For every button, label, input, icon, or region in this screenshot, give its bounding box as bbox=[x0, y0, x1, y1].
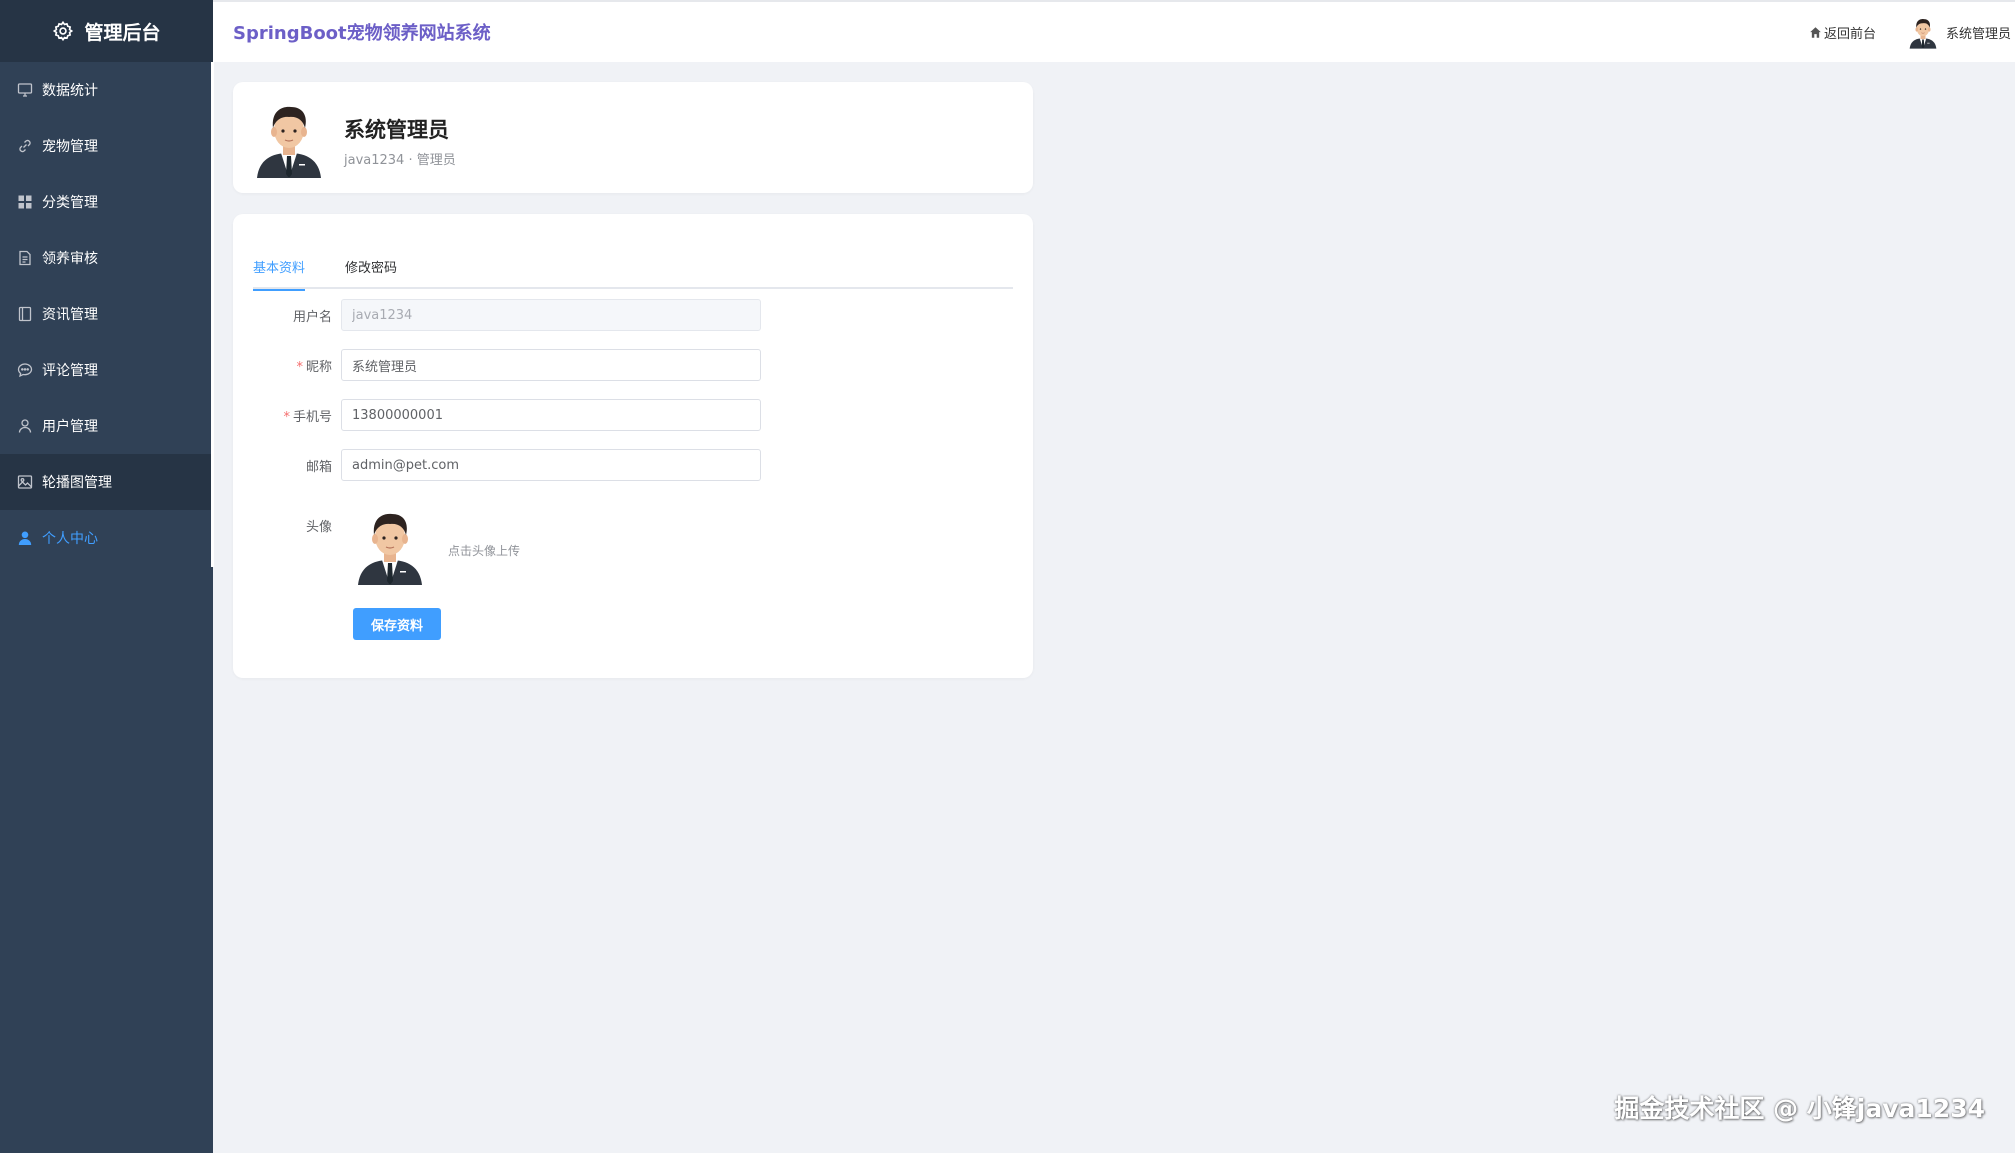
profile-subtitle: java1234 · 管理员 bbox=[344, 153, 456, 168]
link-icon bbox=[19, 139, 31, 153]
sidebar-item-comments[interactable]: 评论管理 bbox=[0, 342, 213, 398]
sidebar-brand[interactable]: 管理后台 bbox=[0, 0, 213, 62]
avatar-label: 头像 bbox=[305, 520, 332, 535]
brand-title: 管理后台 bbox=[84, 21, 161, 44]
nickname-label: * 昵称 bbox=[296, 359, 332, 375]
sidebar-menu: 数据统计 宠物管理 分类管理 领养审核 资讯管理 评论管理 用户管理 轮播图管理… bbox=[0, 62, 213, 566]
home-icon bbox=[1810, 26, 1821, 38]
sidebar-item-banners[interactable]: 轮播图管理 bbox=[0, 454, 213, 510]
form-row-username: 用户名 bbox=[233, 299, 1033, 331]
sidebar-item-users[interactable]: 用户管理 bbox=[0, 398, 213, 454]
profile-tabs: 基本资料 修改密码 bbox=[253, 242, 1013, 291]
user-filled-icon bbox=[18, 531, 32, 545]
sidebar-item-adoption-review[interactable]: 领养审核 bbox=[0, 230, 213, 286]
app-title: SpringBoot宠物领养网站系统 bbox=[233, 23, 491, 44]
sidebar-item-label: 领养审核 bbox=[42, 251, 98, 267]
sidebar-item-statistics[interactable]: 数据统计 bbox=[0, 62, 213, 118]
user-icon bbox=[18, 419, 32, 433]
username-input bbox=[341, 299, 761, 331]
sidebar-item-label: 资讯管理 bbox=[42, 307, 98, 323]
profile-summary-card: 系统管理员 java1234 · 管理员 bbox=[233, 82, 1033, 193]
sidebar: 管理后台 数据统计 宠物管理 分类管理 领养审核 资讯管理 评论管理 用户管理 … bbox=[0, 0, 214, 1153]
monitor-icon bbox=[17, 83, 33, 97]
document-icon bbox=[19, 250, 31, 266]
back-to-frontend-label: 返回前台 bbox=[1823, 26, 1876, 42]
avatar-upload-hint: 点击头像上传 bbox=[448, 544, 521, 558]
sidebar-item-label: 宠物管理 bbox=[42, 139, 98, 155]
profile-avatar bbox=[253, 98, 325, 178]
sidebar-item-news[interactable]: 资讯管理 bbox=[0, 286, 213, 342]
top-header: SpringBoot宠物领养网站系统 返回前台 系统管理员 bbox=[213, 0, 2015, 62]
form-row-email: 邮箱 bbox=[233, 449, 1033, 481]
save-profile-button[interactable]: 保存资料 bbox=[353, 608, 441, 640]
watermark: 掘金技术社区 @ 小锋java1234 bbox=[1614, 1094, 1985, 1123]
form-row-nickname: * 昵称 bbox=[233, 349, 1033, 381]
phone-input[interactable] bbox=[341, 399, 761, 431]
avatar-upload[interactable] bbox=[354, 504, 426, 586]
back-to-frontend-link[interactable]: 返回前台 bbox=[1809, 23, 1876, 42]
gear-icon bbox=[53, 20, 74, 42]
header-actions: 返回前台 系统管理员 bbox=[1809, 15, 2015, 49]
avatar bbox=[1908, 15, 1938, 49]
sidebar-item-pets[interactable]: 宠物管理 bbox=[0, 118, 213, 174]
email-label: 邮箱 bbox=[305, 459, 332, 475]
chat-icon bbox=[17, 363, 33, 378]
tab-change-password[interactable]: 修改密码 bbox=[345, 242, 397, 289]
grid-icon bbox=[18, 195, 32, 209]
tab-basic-info[interactable]: 基本资料 bbox=[253, 242, 306, 291]
user-dropdown[interactable]: 系统管理员 bbox=[1908, 15, 2011, 49]
form-row-phone: * 手机号 bbox=[233, 399, 1033, 431]
sidebar-item-label: 评论管理 bbox=[42, 363, 98, 379]
sidebar-item-label: 分类管理 bbox=[42, 195, 98, 211]
username-label: 用户名 bbox=[292, 309, 332, 325]
sidebar-item-label: 轮播图管理 bbox=[42, 475, 112, 491]
profile-name: 系统管理员 bbox=[344, 118, 449, 142]
sidebar-divider bbox=[211, 62, 214, 567]
sidebar-item-categories[interactable]: 分类管理 bbox=[0, 174, 213, 230]
picture-icon bbox=[17, 475, 33, 489]
sidebar-item-profile[interactable]: 个人中心 bbox=[0, 510, 213, 566]
sidebar-item-label: 个人中心 bbox=[42, 531, 98, 547]
notebook-icon bbox=[18, 306, 32, 322]
sidebar-item-label: 数据统计 bbox=[42, 83, 98, 99]
email-input[interactable] bbox=[341, 449, 761, 481]
phone-label: * 手机号 bbox=[283, 409, 332, 425]
header-user-name: 系统管理员 bbox=[1945, 26, 2011, 42]
nickname-input[interactable] bbox=[341, 349, 761, 381]
profile-form-card: 基本资料 修改密码 用户名 *昵称 *手机号 邮箱 头像 点击头像上传 保存资料 bbox=[233, 214, 1033, 678]
sidebar-item-label: 用户管理 bbox=[42, 419, 98, 435]
